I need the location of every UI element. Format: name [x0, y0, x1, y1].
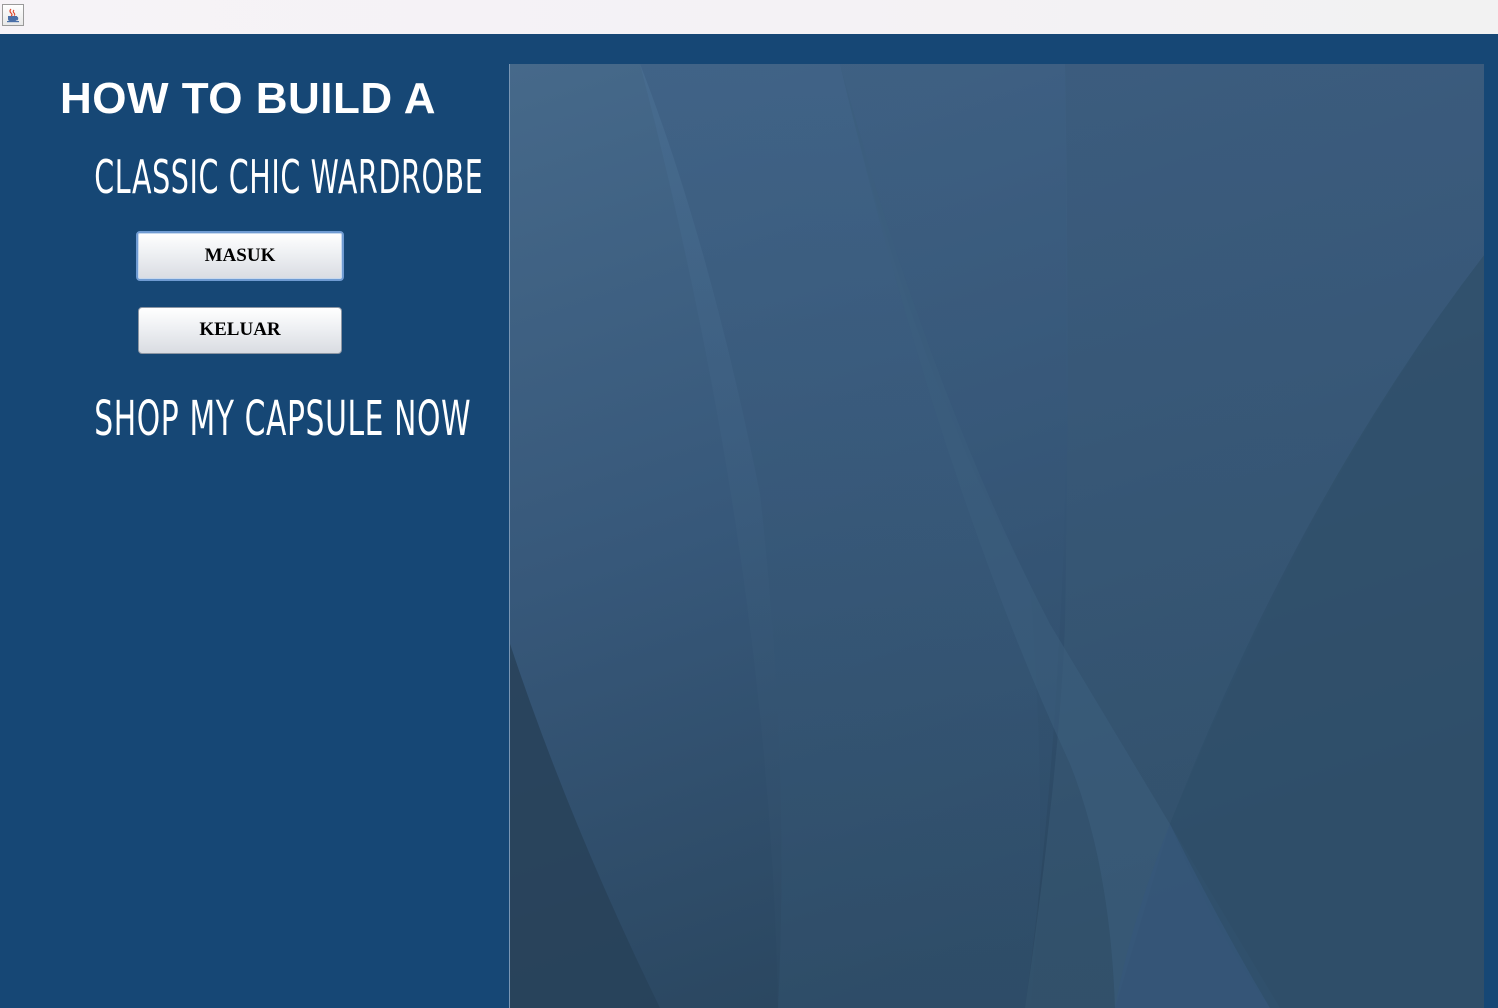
wallpaper-image — [509, 64, 1484, 1008]
enter-button[interactable]: MASUK — [136, 231, 344, 281]
page-title: HOW TO BUILD A — [59, 74, 437, 123]
window-titlebar — [0, 0, 1498, 34]
shop-tagline: SHOP MY CAPSULE NOW — [94, 391, 472, 447]
main-panel: HOW TO BUILD A CLASSIC CHIC WARDROBE MAS… — [0, 34, 1498, 1008]
java-coffee-cup-icon[interactable] — [2, 4, 24, 26]
page-subtitle: CLASSIC CHIC WARDROBE — [94, 150, 484, 204]
exit-button[interactable]: KELUAR — [138, 307, 342, 354]
